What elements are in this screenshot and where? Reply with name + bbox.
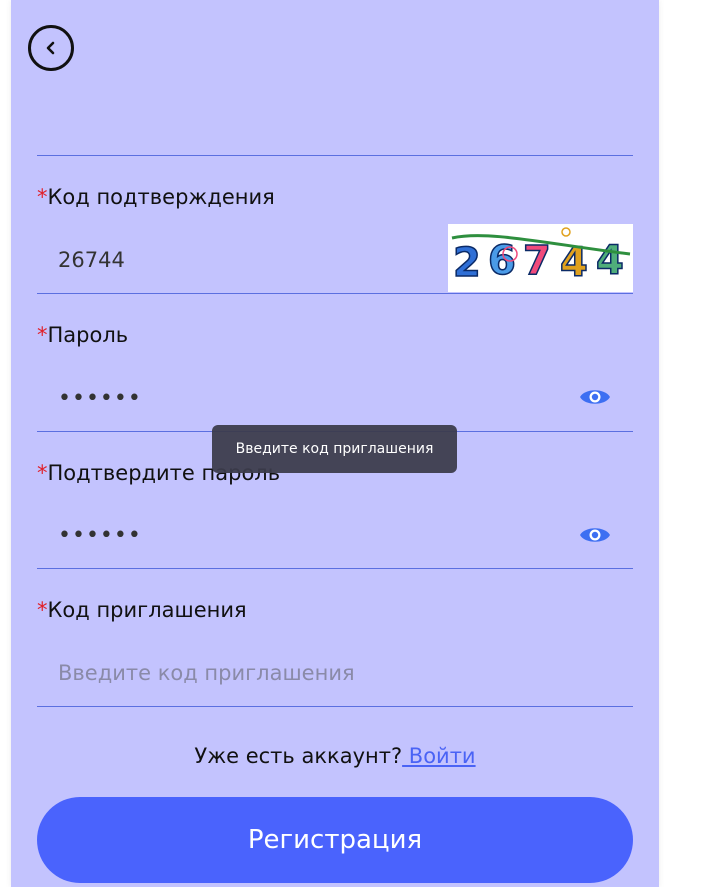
back-button[interactable] bbox=[28, 25, 74, 71]
register-button[interactable]: Регистрация bbox=[37, 797, 633, 883]
captcha-label: *Код подтверждения bbox=[37, 185, 275, 209]
svg-text:2: 2 bbox=[453, 240, 481, 286]
required-mark: * bbox=[37, 598, 48, 622]
required-mark: * bbox=[37, 461, 48, 485]
captcha-label-text: Код подтверждения bbox=[47, 185, 275, 209]
login-prompt: Уже есть аккаунт? Войти bbox=[37, 744, 633, 768]
login-prompt-text: Уже есть аккаунт? bbox=[194, 744, 403, 768]
divider-invite-code bbox=[37, 706, 633, 707]
invite-code-input[interactable]: Введите код приглашения bbox=[58, 661, 355, 685]
captcha-graphic: 2 6 7 4 4 bbox=[451, 227, 631, 287]
divider-confirm-password bbox=[37, 568, 633, 569]
required-mark: * bbox=[37, 323, 48, 347]
required-mark: * bbox=[37, 185, 48, 209]
confirm-password-input[interactable]: •••••• bbox=[58, 523, 142, 548]
invite-code-label-text: Код приглашения bbox=[47, 598, 247, 622]
password-label: *Пароль bbox=[37, 323, 128, 347]
invite-code-label: *Код приглашения bbox=[37, 598, 247, 622]
svg-text:7: 7 bbox=[523, 238, 551, 284]
password-label-text: Пароль bbox=[47, 323, 129, 347]
svg-text:4: 4 bbox=[596, 238, 624, 284]
chevron-left-icon bbox=[46, 41, 55, 55]
password-input[interactable]: •••••• bbox=[58, 386, 142, 411]
login-link[interactable]: Войти bbox=[402, 744, 476, 768]
captcha-image[interactable]: 2 6 7 4 4 bbox=[448, 224, 633, 292]
divider-captcha bbox=[37, 293, 633, 294]
eye-icon[interactable] bbox=[579, 386, 611, 408]
eye-icon[interactable] bbox=[579, 524, 611, 546]
validation-tooltip: Введите код приглашения bbox=[212, 425, 457, 473]
divider-top bbox=[37, 155, 633, 156]
captcha-input[interactable]: 26744 bbox=[58, 248, 125, 272]
